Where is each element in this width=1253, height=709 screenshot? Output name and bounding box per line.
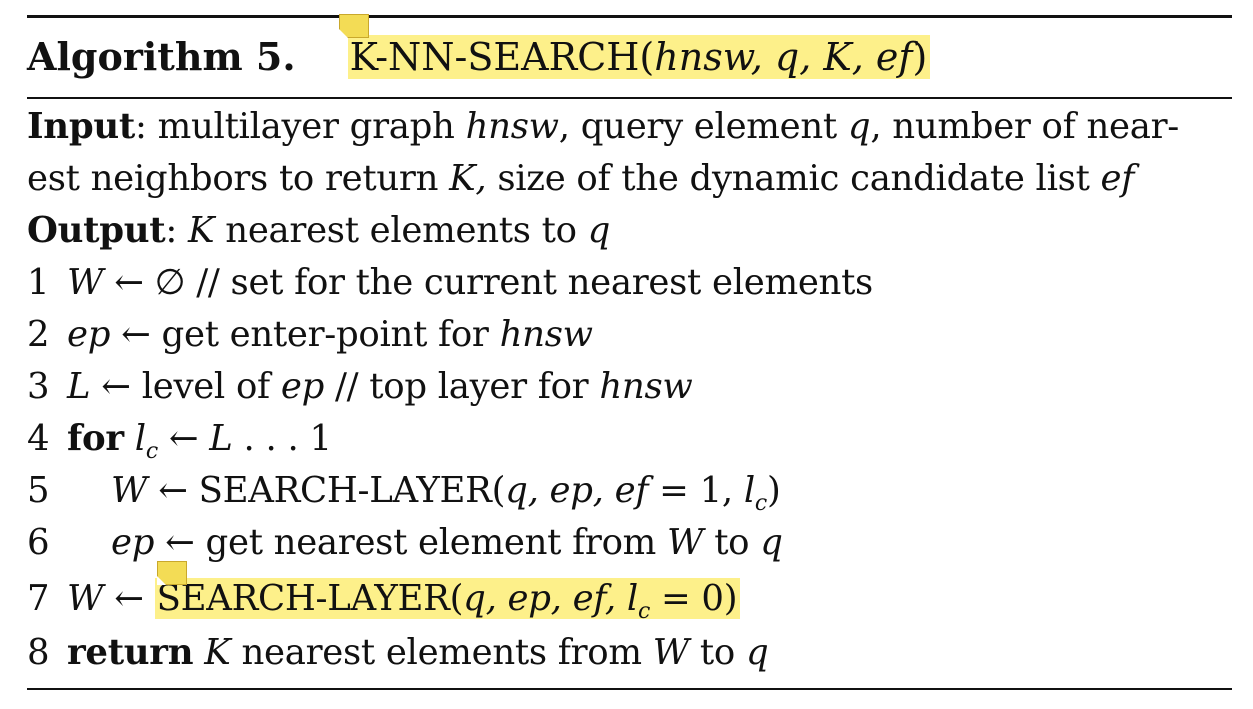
step-1: 1W ← ∅ // set for the current nearest el… [27,262,873,303]
algorithm-title: Algorithm 5. K-NN-SEARCH(hnsw, q, K, ef) [27,30,931,84]
algorithm-name: K-NN-SEARCH( [349,35,655,79]
highlighted-algorithm-name[interactable]: K-NN-SEARCH(hnsw, q, K, ef) [347,35,931,79]
annotation-note-icon[interactable] [339,14,369,38]
step-8: 8 return K nearest elements from W to q [27,632,769,673]
algorithm-label: Algorithm 5. [27,34,296,79]
step-3: 3L ← level of ep // top layer for hnsw [27,366,693,407]
bottom-rule [27,688,1232,690]
top-rule [27,15,1232,18]
input-line-2: est neighbors to return K, size of the d… [27,158,1135,199]
input-line-1: Input: multilayer graph hnsw, query elem… [27,106,1179,147]
step-4: 4 for lc ← L . . . 1 [27,418,332,465]
output-line: Output: K nearest elements to q [27,210,611,251]
step-7: 7W ← SEARCH-LAYER(q, ep, ef, lc = 0) [27,573,1237,625]
highlighted-search-layer[interactable]: SEARCH-LAYER(q, ep, ef, lc = 0) [154,578,741,623]
step-5: 5W ← SEARCH-LAYER(q, ep, ef = 1, lc) [27,470,781,517]
algorithm-params: hnsw, q, K, ef [654,35,913,79]
annotation-note-icon[interactable] [157,561,187,585]
step-6: 6 ep ← get nearest element from W to q [27,522,783,563]
step-2: 2 ep ← get enter-point for hnsw [27,314,593,355]
header-rule [27,97,1232,99]
